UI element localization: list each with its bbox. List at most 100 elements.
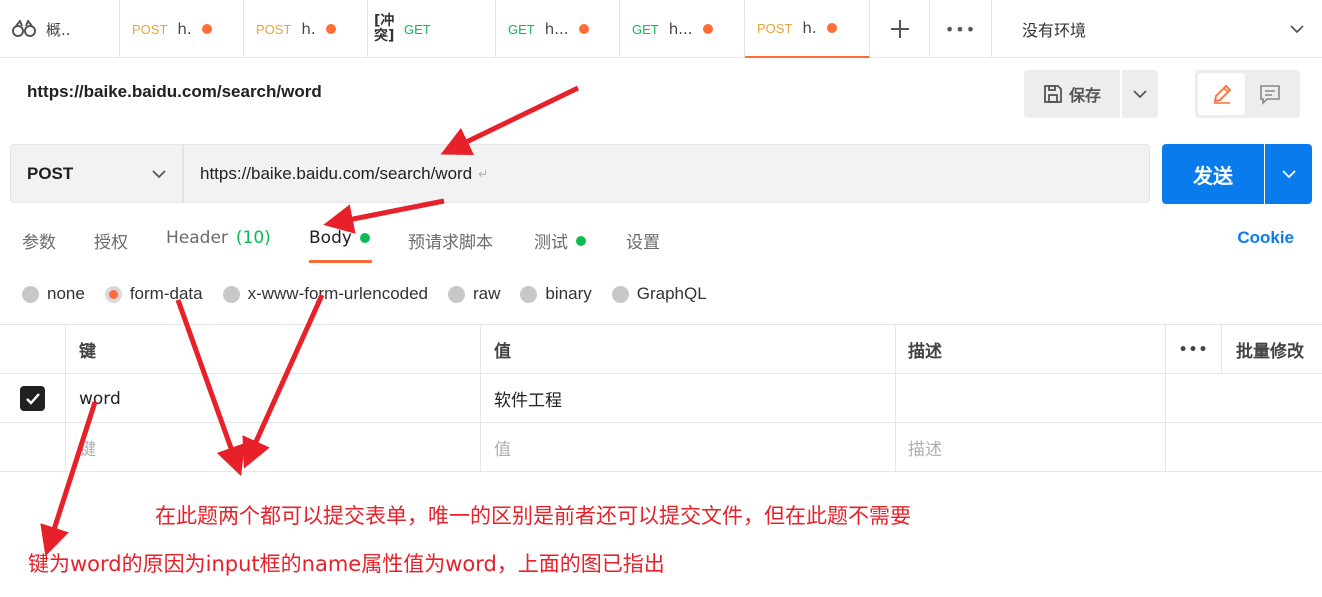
table-header-row: 键 值 描述 ••• 批量修改 — [0, 325, 1322, 374]
new-key-input[interactable]: 键 — [66, 423, 481, 472]
description-input[interactable] — [896, 374, 1166, 423]
arrow-to-body-tab — [323, 198, 445, 234]
chevron-down-icon — [152, 169, 166, 178]
tab-auth[interactable]: 授权 — [94, 228, 128, 253]
radio-icon — [611, 285, 629, 303]
tab-prerequest-script[interactable]: 预请求脚本 — [408, 228, 493, 253]
radio-icon — [222, 285, 240, 303]
view-mode-toggle — [1195, 70, 1300, 118]
column-options-button[interactable]: ••• — [1166, 325, 1222, 374]
body-type-urlencoded[interactable]: x-www-form-urlencoded — [222, 284, 429, 304]
tab-title: h. — [301, 20, 316, 38]
bulk-edit-button[interactable]: 批量修改 — [1222, 325, 1322, 374]
tab-request-4[interactable]: GET h... — [496, 0, 620, 58]
body-type-raw[interactable]: raw — [448, 284, 500, 304]
tab-headers-label: Header — [166, 228, 228, 248]
tab-request-1[interactable]: POST h. — [120, 0, 244, 58]
value-input[interactable]: 软件工程 — [481, 374, 896, 423]
method-select[interactable]: POST — [10, 144, 183, 203]
binoculars-icon — [12, 20, 36, 38]
key-input[interactable]: word — [66, 374, 481, 423]
body-type-form-data[interactable]: form-data — [104, 284, 203, 304]
tab-request-3[interactable]: [冲突] GET — [368, 0, 496, 58]
radio-icon — [22, 285, 39, 303]
method-value: POST — [27, 163, 74, 183]
tab-request-2[interactable]: POST h. — [244, 0, 368, 58]
tab-title: h... — [544, 20, 569, 38]
return-icon: ↵ — [478, 166, 489, 181]
edit-mode-button[interactable] — [1198, 73, 1245, 115]
tab-request-active[interactable]: POST h. — [745, 0, 870, 58]
environment-label: 没有环境 — [1022, 20, 1087, 40]
status-dot-icon — [576, 235, 586, 246]
tab-method: GET — [404, 21, 431, 37]
tab-overview[interactable]: 概.. — [0, 0, 120, 58]
tab-tests[interactable]: 测试 — [534, 228, 586, 253]
column-header-value: 值 — [481, 325, 896, 374]
request-tab-bar: 概.. POST h. POST h. [冲突] GET GET h... GE… — [0, 0, 1322, 58]
body-type-label: none — [47, 284, 85, 303]
table-row: word 软件工程 — [0, 374, 1322, 423]
save-dropdown-button[interactable] — [1122, 70, 1158, 118]
tab-body[interactable]: Body — [309, 228, 370, 248]
comment-mode-button[interactable] — [1245, 73, 1295, 115]
row-checkbox-cell — [0, 374, 66, 423]
tab-settings[interactable]: 设置 — [626, 228, 660, 253]
status-dot-icon — [359, 233, 370, 243]
unsaved-dot-icon — [201, 24, 212, 34]
tab-method: POST — [132, 21, 168, 37]
url-value: https://baike.baidu.com/search/word — [200, 163, 473, 183]
tab-params[interactable]: 参数 — [22, 228, 56, 253]
headers-count: (10) — [235, 228, 271, 248]
tab-title: h... — [668, 20, 693, 38]
radio-selected-icon — [104, 285, 122, 303]
body-type-label: form-data — [129, 284, 203, 303]
new-value-input[interactable]: 值 — [481, 423, 896, 472]
chevron-down-icon — [1133, 90, 1147, 99]
tab-body-label: Body — [309, 228, 352, 248]
tab-tests-label: 测试 — [534, 233, 568, 253]
tab-overview-label: 概.. — [46, 20, 71, 39]
more-tabs-button[interactable]: ••• — [930, 0, 992, 58]
comment-icon — [1260, 85, 1280, 105]
tab-method: POST — [256, 21, 292, 37]
unsaved-dot-icon — [578, 24, 589, 34]
pencil-icon — [1213, 84, 1231, 104]
send-dropdown-button[interactable] — [1265, 144, 1312, 204]
tab-method: GET — [632, 21, 659, 37]
tab-headers[interactable]: Header (10) — [166, 228, 271, 248]
new-tab-button[interactable] — [870, 0, 930, 58]
table-row-new: 键 值 描述 — [0, 423, 1322, 472]
save-button[interactable]: 保存 — [1024, 70, 1120, 118]
check-icon — [25, 392, 40, 405]
body-type-graphql[interactable]: GraphQL — [611, 284, 707, 304]
row-enabled-checkbox[interactable] — [20, 386, 45, 411]
unsaved-dot-icon — [826, 23, 837, 33]
annotation-note-form-types: 在此题两个都可以提交表单，唯一的区别是前者还可以提交文件，但在此题不需要 — [155, 504, 911, 528]
arrow-to-url — [440, 85, 580, 155]
column-header-key: 键 — [66, 325, 481, 374]
unsaved-dot-icon — [702, 24, 713, 34]
body-type-binary[interactable]: binary — [520, 284, 592, 304]
body-type-label: raw — [473, 284, 501, 303]
new-description-input[interactable]: 描述 — [896, 423, 1166, 472]
tab-title: h. — [177, 20, 192, 38]
radio-icon — [520, 285, 538, 303]
request-sub-tabs: 参数 授权 Header (10) Body 预请求脚本 测试 设置 Cooki… — [0, 222, 1322, 264]
send-button[interactable]: 发送 — [1162, 144, 1264, 204]
chevron-down-icon — [1281, 170, 1296, 179]
radio-icon — [448, 285, 466, 303]
active-tab-indicator — [309, 260, 372, 263]
tab-request-5[interactable]: GET h... — [620, 0, 745, 58]
url-input[interactable]: https://baike.baidu.com/search/word ↵ — [183, 144, 1150, 203]
form-data-table: 键 值 描述 ••• 批量修改 word 软件工程 键 值 描述 — [0, 324, 1322, 472]
request-name[interactable]: https://baike.baidu.com/search/word — [27, 82, 322, 102]
plus-icon — [890, 20, 909, 38]
body-type-label: x-www-form-urlencoded — [247, 284, 429, 303]
cookie-link[interactable]: Cookie — [1237, 228, 1294, 248]
unsaved-dot-icon — [325, 24, 336, 34]
tab-method: GET — [508, 21, 535, 37]
row-checkbox-cell — [0, 423, 66, 472]
body-type-none[interactable]: none — [22, 284, 85, 304]
environment-selector[interactable]: 没有环境 — [992, 0, 1322, 57]
